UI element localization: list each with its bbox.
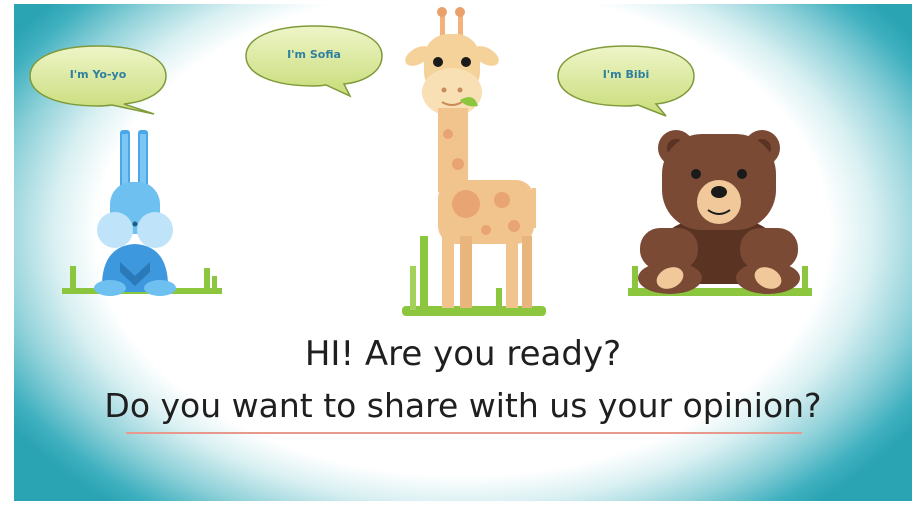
heading-underline [126,432,802,434]
speech-bubble-shape [245,25,383,98]
bear-illustration [628,130,812,296]
speech-bubble-bibi: I'm Bibi [556,44,696,118]
speech-bubble-sofia: I'm Sofia [244,24,384,98]
speech-bubble-text: I'm Yo-yo [69,68,127,81]
speech-bubble-text: I'm Bibi [602,68,650,81]
slide: I'm Yo-yo I'm Sofia I'm Bibi HI! Are you… [14,4,912,501]
rabbit-illustration [62,130,222,296]
speech-bubble-yoyo: I'm Yo-yo [28,44,168,116]
speech-bubble-shape [557,45,695,117]
heading-line-2: Do you want to share with us your opinio… [104,386,822,425]
speech-bubble-text: I'm Sofia [287,48,341,61]
heading-line-1: HI! Are you ready? [304,334,622,374]
giraffe-illustration [402,7,546,316]
